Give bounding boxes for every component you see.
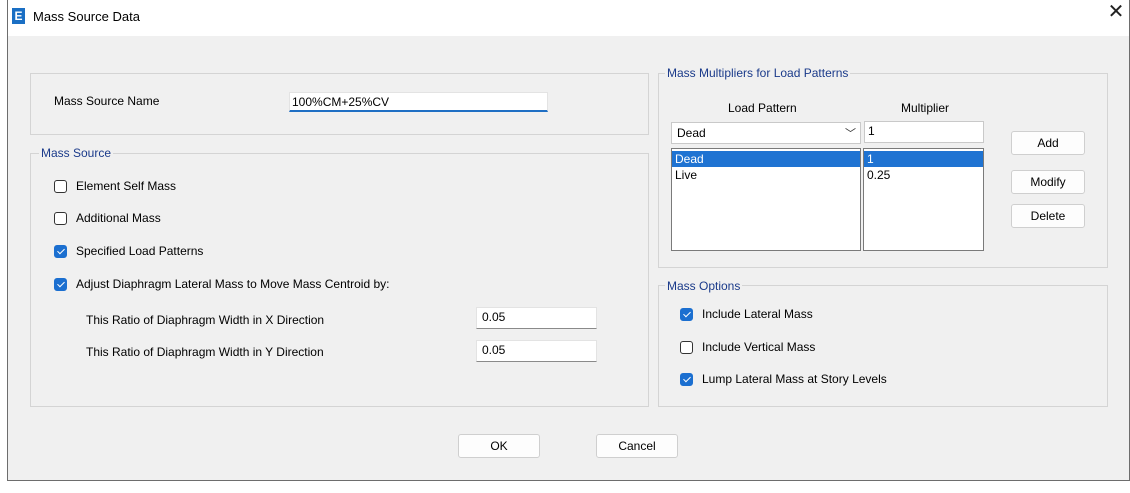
adjust-diaphragm-label: Adjust Diaphragm Lateral Mass to Move Ma… xyxy=(76,277,390,291)
adjust-diaphragm-checkbox[interactable] xyxy=(54,278,67,291)
mass-source-name-label: Mass Source Name xyxy=(54,94,160,108)
mass-multipliers-legend: Mass Multipliers for Load Patterns xyxy=(665,66,851,80)
mass-source-legend: Mass Source xyxy=(39,146,114,160)
load-pattern-list[interactable]: Dead Live xyxy=(671,148,861,251)
lump-lateral-mass-label: Lump Lateral Mass at Story Levels xyxy=(702,372,887,386)
load-pattern-dropdown-value: Dead xyxy=(677,126,706,140)
include-vertical-mass-label: Include Vertical Mass xyxy=(702,340,816,354)
load-pattern-header: Load Pattern xyxy=(728,101,797,115)
multiplier-input[interactable]: 1 xyxy=(864,121,984,143)
add-button[interactable]: Add xyxy=(1011,131,1085,155)
modify-button[interactable]: Modify xyxy=(1011,170,1085,194)
title-bar: E Mass Source Data ✕ xyxy=(8,0,1129,36)
include-vertical-mass-checkbox[interactable] xyxy=(680,341,693,354)
lump-lateral-mass-checkbox[interactable] xyxy=(680,373,693,386)
element-self-mass-checkbox[interactable] xyxy=(54,180,67,193)
mass-source-name-input[interactable]: 100%CM+25%CV xyxy=(289,92,548,112)
cancel-button[interactable]: Cancel xyxy=(596,434,678,458)
include-lateral-mass-label: Include Lateral Mass xyxy=(702,307,813,321)
additional-mass-label: Additional Mass xyxy=(76,211,161,225)
delete-button[interactable]: Delete xyxy=(1011,204,1085,228)
additional-mass-checkbox[interactable] xyxy=(54,212,67,225)
list-item[interactable]: Dead xyxy=(672,151,860,167)
specified-load-patterns-checkbox[interactable] xyxy=(54,245,67,258)
app-icon: E xyxy=(12,8,25,24)
multiplier-header: Multiplier xyxy=(901,101,950,115)
chevron-down-icon: ﹀ xyxy=(845,128,856,140)
list-item[interactable]: Live xyxy=(672,167,860,183)
specified-load-patterns-label: Specified Load Patterns xyxy=(76,244,204,258)
multiplier-list[interactable]: 1 0.25 xyxy=(863,148,984,251)
ok-button[interactable]: OK xyxy=(458,434,540,458)
element-self-mass-label: Element Self Mass xyxy=(76,179,177,193)
load-pattern-dropdown[interactable]: Dead ﹀ xyxy=(671,122,861,144)
ratio-y-label: This Ratio of Diaphragm Width in Y Direc… xyxy=(86,345,324,359)
ratio-y-input[interactable]: 0.05 xyxy=(476,340,597,362)
window-title: Mass Source Data xyxy=(33,9,140,24)
mass-options-legend: Mass Options xyxy=(665,279,743,293)
include-lateral-mass-checkbox[interactable] xyxy=(680,308,693,321)
list-item[interactable]: 1 xyxy=(864,151,983,167)
ratio-x-input[interactable]: 0.05 xyxy=(476,307,597,329)
list-item[interactable]: 0.25 xyxy=(864,167,983,183)
close-icon[interactable]: ✕ xyxy=(1105,2,1127,24)
mass-source-dialog: E Mass Source Data ✕ Mass Source Name 10… xyxy=(7,0,1130,481)
ratio-x-label: This Ratio of Diaphragm Width in X Direc… xyxy=(86,313,325,327)
